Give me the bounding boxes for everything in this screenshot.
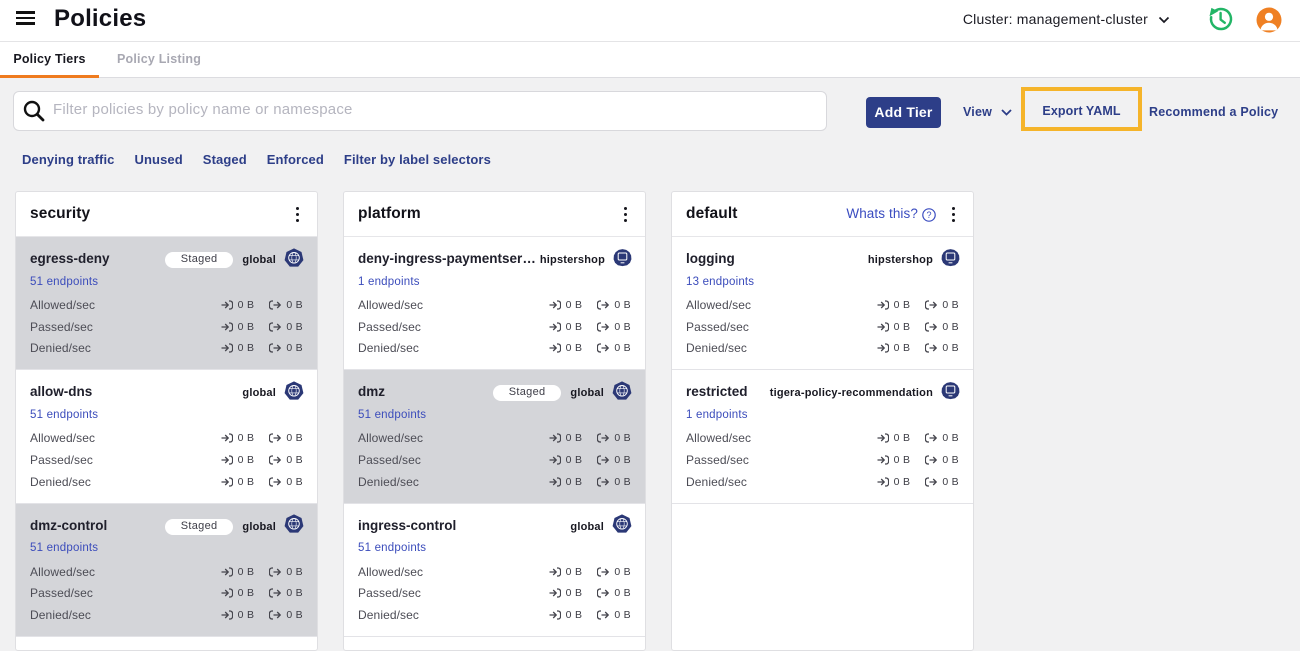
svg-text:?: ? bbox=[926, 210, 931, 220]
